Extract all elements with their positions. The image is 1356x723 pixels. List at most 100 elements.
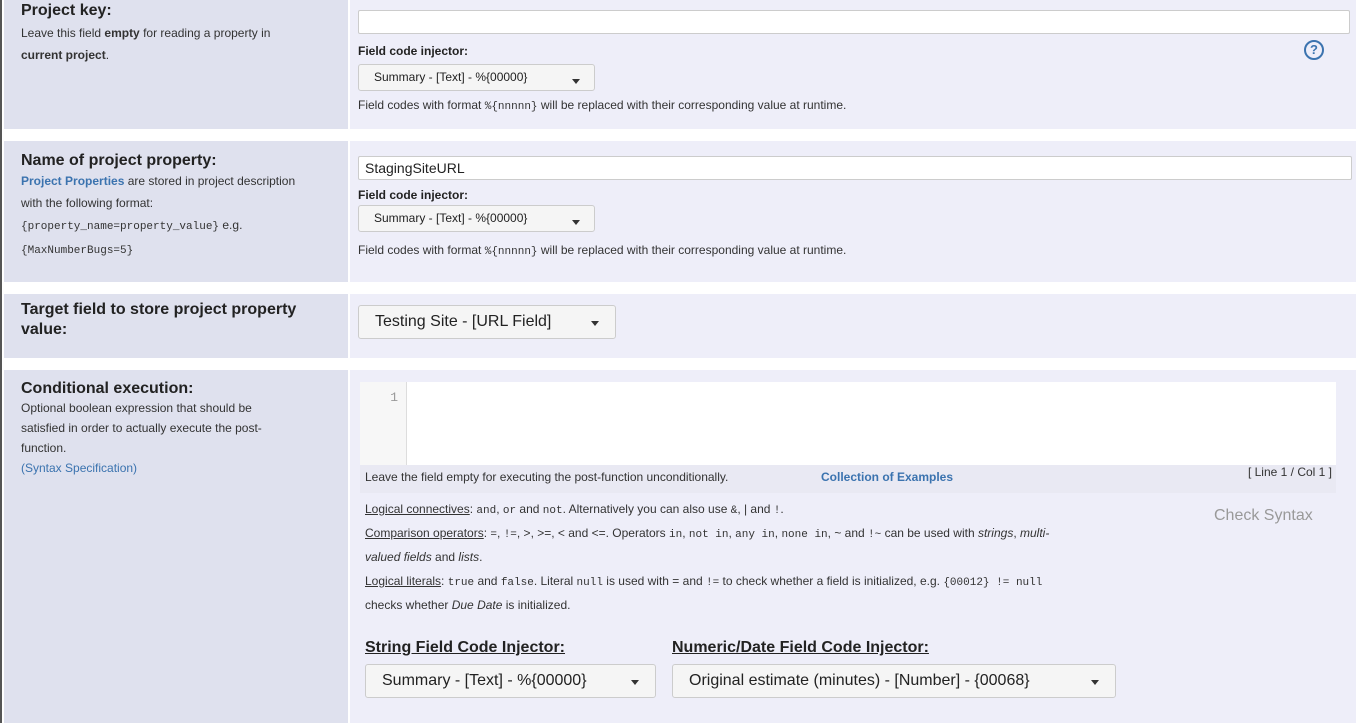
logical-literals-line: Logical literals: true and false. Litera… xyxy=(365,574,1042,589)
desc-text: . xyxy=(105,48,110,62)
field-code-injector-select[interactable]: Summary - [Text] - %{00000} xyxy=(358,64,595,91)
italic: strings xyxy=(977,526,1014,540)
text: , xyxy=(497,526,504,540)
example-code: {MaxNumberBugs=5} xyxy=(21,245,134,257)
code: any in xyxy=(735,529,775,541)
field-code-help-text: Field codes with format %{nnnnn} will be… xyxy=(358,98,846,113)
code: none in xyxy=(781,529,828,541)
code: {00012} != null xyxy=(943,577,1043,589)
code: null xyxy=(576,577,603,589)
help-code: %{nnnnn} xyxy=(484,246,538,258)
property-name-value-cell: StagingSiteURL Field code injector: Summ… xyxy=(350,141,1356,282)
logical-connectives-line: Logical connectives: and, or and not. Al… xyxy=(365,502,784,517)
syntax-specification-link[interactable]: (Syntax Specification) xyxy=(21,461,137,475)
text: is used with = and xyxy=(602,574,706,588)
property-name-row: Name of project property: Project Proper… xyxy=(4,141,1356,282)
italic: Due Date xyxy=(451,598,503,612)
desc-text: Leave this field xyxy=(21,26,105,40)
line-number: 1 xyxy=(390,390,398,405)
code: !~ xyxy=(868,529,882,541)
conditional-title: Conditional execution: xyxy=(21,380,194,397)
cursor-position: [ Line 1 / Col 1 ] xyxy=(1247,465,1332,479)
select-value: Summary - [Text] - %{00000} xyxy=(374,70,528,84)
conditional-description: Optional boolean expression that should … xyxy=(21,398,340,478)
help-code: %{nnnnn} xyxy=(484,101,538,113)
desc-bold-current-project: current project xyxy=(21,48,106,62)
project-key-input[interactable] xyxy=(358,10,1350,34)
code: != xyxy=(706,577,720,589)
desc-text: are stored in project description xyxy=(124,174,296,188)
numeric-injector-label: Numeric/Date Field Code Injector: xyxy=(672,639,929,656)
target-field-label-cell: Target field to store project property v… xyxy=(4,294,348,358)
code: or xyxy=(502,505,517,517)
property-name-title: Name of project property: xyxy=(21,152,217,169)
desc-text: function. xyxy=(21,441,67,455)
line-number-gutter: 1 xyxy=(360,382,407,465)
chevron-down-icon xyxy=(591,321,599,326)
check-syntax-button[interactable]: Check Syntax xyxy=(1214,507,1313,525)
editor-footer: Leave the field empty for executing the … xyxy=(360,465,1336,493)
target-field-title: Target field to store project property v… xyxy=(21,300,340,340)
text: is initialized. xyxy=(502,598,571,612)
desc-text: with the following format: xyxy=(21,196,154,210)
string-injector-label: String Field Code Injector: xyxy=(365,639,566,656)
italic: valued fields xyxy=(365,550,432,564)
project-key-label-cell: Project key: Leave this field empty for … xyxy=(4,0,348,129)
field-code-injector-label: Field code injector: xyxy=(358,188,469,202)
target-field-row: Target field to store project property v… xyxy=(4,294,1356,358)
project-key-row: Project key: Leave this field empty for … xyxy=(4,0,1356,129)
help-text-before: Field codes with format xyxy=(358,98,485,112)
code: != xyxy=(503,529,517,541)
text: , xyxy=(1013,526,1020,540)
property-name-input[interactable]: StagingSiteURL xyxy=(358,156,1352,180)
text: . Alternatively you can also use xyxy=(562,502,731,516)
text: . xyxy=(479,550,483,564)
title-line: Target field to store project property xyxy=(21,301,297,318)
empty-hint: Leave the field empty for executing the … xyxy=(365,470,729,484)
field-code-injector-select[interactable]: Summary - [Text] - %{00000} xyxy=(358,205,595,232)
conditional-label-cell: Conditional execution: Optional boolean … xyxy=(4,370,348,723)
expression-editor[interactable]: 1 xyxy=(360,382,1336,465)
post-function-config-form: Project key: Leave this field empty for … xyxy=(0,0,1356,723)
collection-of-examples-link[interactable]: Collection of Examples xyxy=(821,470,953,484)
text: . Literal xyxy=(533,574,577,588)
desc-text: for reading a property in xyxy=(139,26,271,40)
help-text-after: will be replaced with their correspondin… xyxy=(537,98,847,112)
field-code-help-text: Field codes with format %{nnnnn} will be… xyxy=(358,243,846,258)
string-field-code-injector-select[interactable]: Summary - [Text] - %{00000} xyxy=(365,664,656,698)
format-code: {property_name=property_value} xyxy=(21,221,220,233)
code: not xyxy=(542,505,563,517)
project-properties-link[interactable]: Project Properties xyxy=(21,174,124,188)
desc-bold-empty: empty xyxy=(104,26,140,40)
text: can be used with xyxy=(881,526,978,540)
conditional-value-cell: 1 Leave the field empty for executing th… xyxy=(350,370,1356,723)
text: : xyxy=(441,574,448,588)
italic: multi- xyxy=(1019,526,1050,540)
field-code-injector-label: Field code injector: xyxy=(358,44,469,58)
numeric-field-code-injector-select[interactable]: Original estimate (minutes) - [Number] -… xyxy=(672,664,1116,698)
text: , ~ and xyxy=(827,526,869,540)
text: , >, >=, < and <=. Operators xyxy=(516,526,669,540)
select-value: Summary - [Text] - %{00000} xyxy=(382,672,587,689)
help-text-after: will be replaced with their correspondin… xyxy=(537,243,847,257)
logical-literals-label: Logical literals xyxy=(365,574,442,588)
desc-text: Optional boolean expression that should … xyxy=(21,401,252,415)
code: true xyxy=(447,577,475,589)
title-line: value: xyxy=(21,321,68,338)
text: . xyxy=(780,502,784,516)
property-name-description: Project Properties are stored in project… xyxy=(21,170,340,262)
conditional-execution-row: Conditional execution: Optional boolean … xyxy=(4,370,1356,723)
select-value: Testing Site - [URL Field] xyxy=(375,313,552,330)
project-key-title: Project key: xyxy=(21,2,112,19)
project-key-value-cell: Field code injector: Summary - [Text] - … xyxy=(350,0,1356,129)
code: in xyxy=(669,529,683,541)
logical-connectives-label: Logical connectives xyxy=(365,502,470,516)
select-value: Summary - [Text] - %{00000} xyxy=(374,211,528,225)
target-field-value-cell: Testing Site - [URL Field] xyxy=(350,294,1356,358)
text: , | and xyxy=(737,502,774,516)
select-value: Original estimate (minutes) - [Number] -… xyxy=(689,672,1030,689)
help-icon[interactable]: ? xyxy=(1304,40,1324,60)
code: and xyxy=(476,505,497,517)
target-field-select[interactable]: Testing Site - [URL Field] xyxy=(358,305,616,339)
property-name-label-cell: Name of project property: Project Proper… xyxy=(4,141,348,282)
